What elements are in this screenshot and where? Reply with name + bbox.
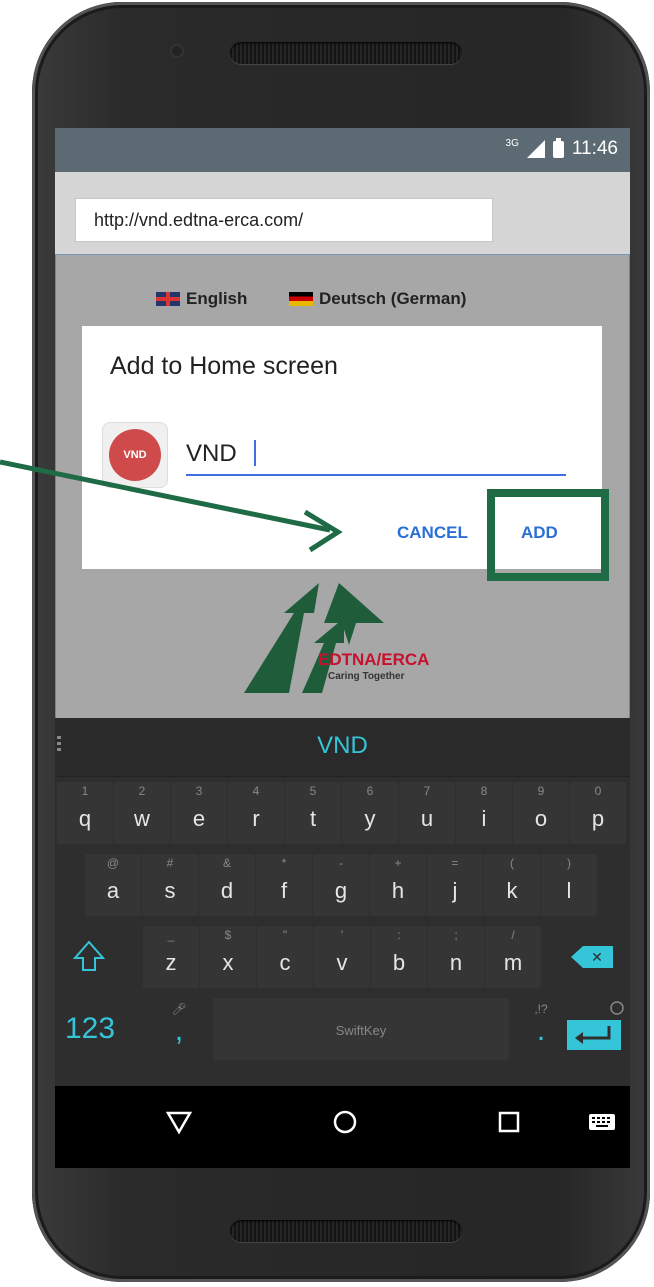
annotation-arrow [0, 459, 343, 553]
